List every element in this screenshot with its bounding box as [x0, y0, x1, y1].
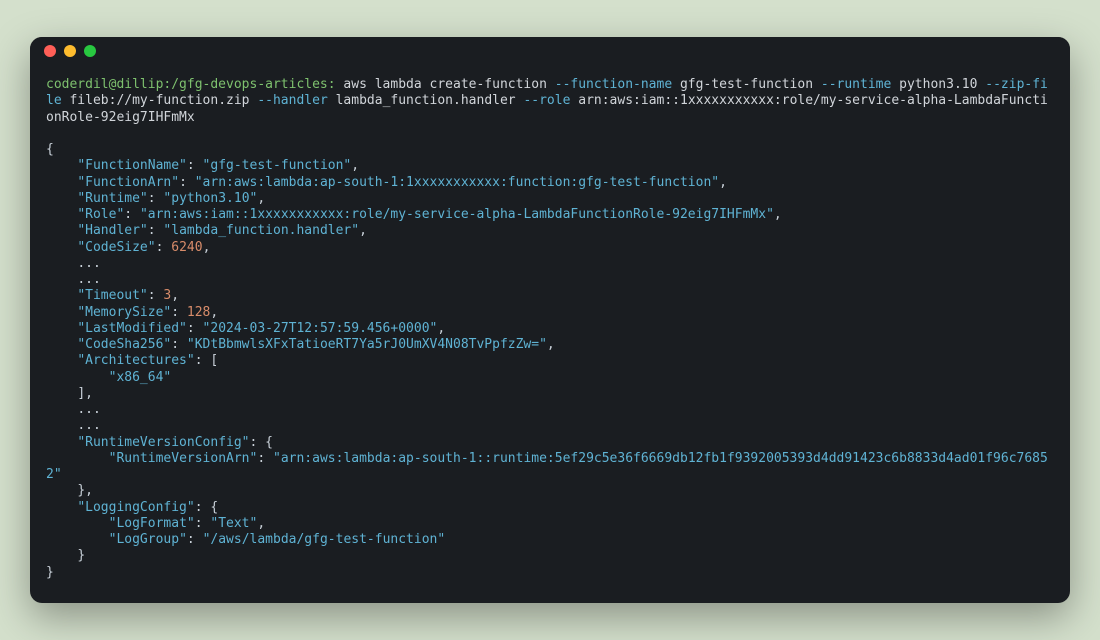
- minimize-icon[interactable]: [64, 45, 76, 57]
- key-LastModified: "LastModified": [77, 321, 187, 336]
- key-RuntimeVersionArn: "RuntimeVersionArn": [109, 451, 258, 466]
- key-Timeout: "Timeout": [77, 288, 147, 303]
- json-close: }: [46, 565, 54, 580]
- val-FunctionName: "gfg-test-function": [203, 158, 352, 173]
- key-RuntimeVersionConfig: "RuntimeVersionConfig": [77, 435, 249, 450]
- val-Role: "arn:aws:iam::1xxxxxxxxxxx:role/my-servi…: [140, 207, 774, 222]
- val-Architectures: "x86_64": [109, 370, 172, 385]
- key-CodeSize: "CodeSize": [77, 240, 155, 255]
- window-titlebar: [30, 37, 1070, 65]
- ellipsis: ...: [77, 272, 100, 287]
- key-LogGroup: "LogGroup": [109, 532, 187, 547]
- val-FunctionArn: "arn:aws:lambda:ap-south-1:1xxxxxxxxxxx:…: [195, 175, 719, 190]
- close-icon[interactable]: [44, 45, 56, 57]
- key-LoggingConfig: "LoggingConfig": [77, 500, 194, 515]
- key-FunctionName: "FunctionName": [77, 158, 187, 173]
- val-LogFormat: "Text": [210, 516, 257, 531]
- key-FunctionArn: "FunctionArn": [77, 175, 179, 190]
- key-Handler: "Handler": [77, 223, 147, 238]
- terminal-content[interactable]: coderdil@dillip:/gfg-devops-articles: aw…: [30, 65, 1070, 603]
- key-Architectures: "Architectures": [77, 353, 194, 368]
- ellipsis: ...: [77, 256, 100, 271]
- shell-prompt: coderdil@dillip:/gfg-devops-articles:: [46, 77, 336, 92]
- val-LogGroup: "/aws/lambda/gfg-test-function": [203, 532, 446, 547]
- val-Runtime: "python3.10": [163, 191, 257, 206]
- ellipsis: ...: [77, 418, 100, 433]
- terminal-window: coderdil@dillip:/gfg-devops-articles: aw…: [30, 37, 1070, 603]
- key-MemorySize: "MemorySize": [77, 305, 171, 320]
- val-CodeSize: 6240: [171, 240, 202, 255]
- key-Runtime: "Runtime": [77, 191, 147, 206]
- ellipsis: ...: [77, 402, 100, 417]
- val-CodeSha256: "KDtBbmwlsXFxTatioeRT7Ya5rJ0UmXV4N08TvPp…: [187, 337, 547, 352]
- val-Handler: "lambda_function.handler": [163, 223, 359, 238]
- key-LogFormat: "LogFormat": [109, 516, 195, 531]
- key-Role: "Role": [77, 207, 124, 222]
- json-open: {: [46, 142, 54, 157]
- val-MemorySize: 128: [187, 305, 210, 320]
- key-CodeSha256: "CodeSha256": [77, 337, 171, 352]
- val-LastModified: "2024-03-27T12:57:59.456+0000": [203, 321, 438, 336]
- maximize-icon[interactable]: [84, 45, 96, 57]
